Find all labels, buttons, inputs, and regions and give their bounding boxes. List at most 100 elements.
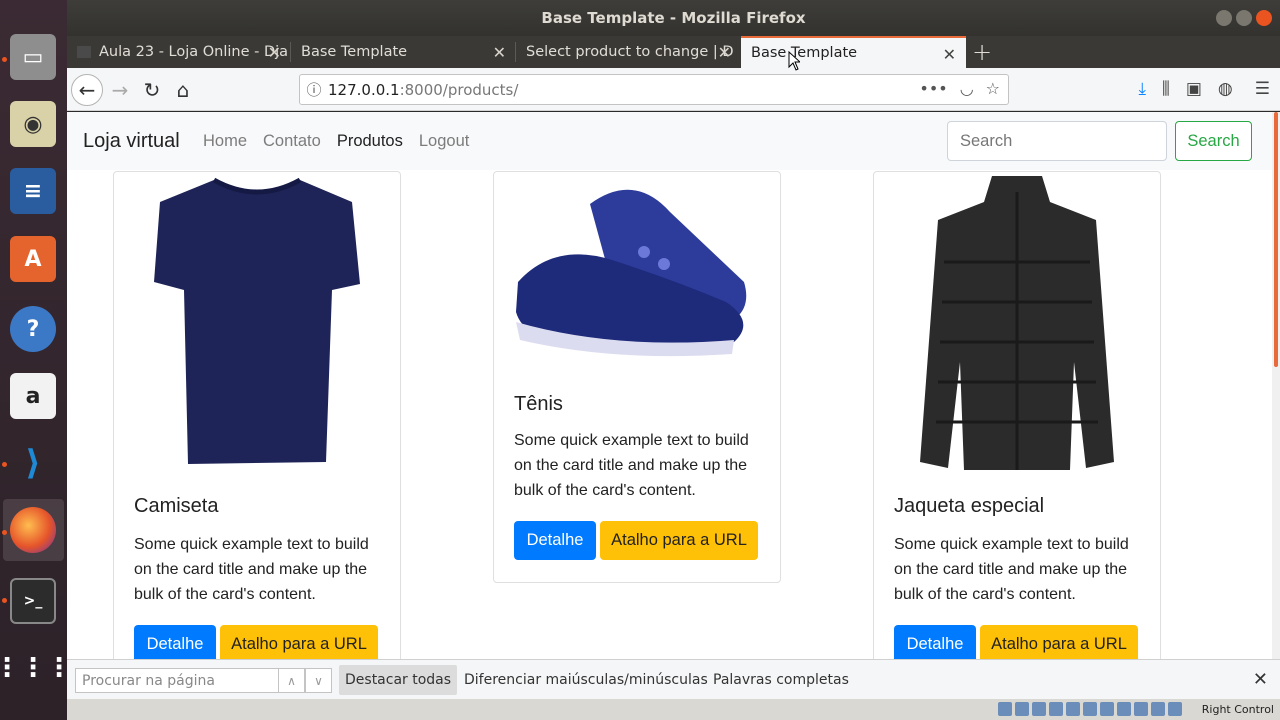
close-tab-icon[interactable]: ✕	[943, 45, 956, 64]
url-button[interactable]: Atalho para a URL	[980, 625, 1138, 659]
whole-words-toggle[interactable]: Palavras completas	[713, 672, 849, 688]
find-next-button[interactable]: ∨	[305, 668, 332, 693]
url-host: 127.0.0.1	[328, 80, 400, 99]
vscode-icon[interactable]: ⟩	[10, 440, 56, 486]
minimize-button[interactable]	[1216, 10, 1232, 26]
page-scrollbar[interactable]	[1272, 112, 1280, 659]
product-card: Jaqueta especial Some quick example text…	[873, 171, 1161, 659]
running-indicator	[2, 462, 7, 467]
sidebar-icon[interactable]: ▣	[1186, 79, 1202, 99]
tab-select-product[interactable]: Select product to change | D ✕	[516, 36, 741, 68]
detail-button[interactable]: Detalhe	[894, 625, 976, 659]
card-text: Some quick example text to build on the …	[514, 432, 749, 499]
help-icon[interactable]: ?	[10, 306, 56, 352]
card-title: Camiseta	[134, 495, 219, 517]
speaker-icon[interactable]: ◉	[10, 101, 56, 147]
menu-icon[interactable]: ☰	[1255, 79, 1270, 99]
download-icon[interactable]: ⤓	[1139, 79, 1147, 99]
maximize-button[interactable]	[1236, 10, 1252, 26]
files-icon[interactable]: ▭	[10, 34, 56, 80]
nav-contato[interactable]: Contato	[263, 132, 321, 151]
tab-label: Base Template	[301, 44, 408, 60]
find-previous-button[interactable]: ∧	[278, 668, 305, 693]
close-find-bar-icon[interactable]: ✕	[1253, 669, 1268, 690]
close-tab-icon[interactable]: ✕	[268, 43, 281, 62]
find-input[interactable]: Procurar na página	[75, 668, 279, 693]
software-center-icon[interactable]: A	[10, 236, 56, 282]
terminal-icon[interactable]: >_	[10, 578, 56, 624]
tshirt-icon	[154, 177, 360, 464]
vm-device-icon[interactable]	[1151, 702, 1165, 716]
brand[interactable]: Loja virtual	[83, 130, 180, 153]
web-page: Loja virtual Home Contato Produtos Logou…	[67, 112, 1272, 659]
screen: ▭ ◉ ≡ A ? a ⟩ >_ ⋮⋮⋮ Base Template - Moz…	[0, 0, 1280, 720]
close-tab-icon[interactable]: ✕	[718, 43, 731, 62]
amazon-icon[interactable]: a	[10, 373, 56, 419]
vm-device-icon[interactable]	[1083, 702, 1097, 716]
home-button[interactable]: ⌂	[167, 74, 199, 106]
page-actions-icon[interactable]: •••	[919, 79, 947, 98]
product-card: Camiseta Some quick example text to buil…	[113, 171, 401, 659]
search-input[interactable]: Search	[947, 121, 1167, 161]
url-button[interactable]: Atalho para a URL	[600, 521, 758, 560]
running-indicator	[2, 530, 7, 535]
url-path: :8000/products/	[399, 80, 519, 99]
tab-base-template-active[interactable]: Base Template ✕	[741, 36, 966, 68]
vm-device-icon[interactable]	[1117, 702, 1131, 716]
url-button[interactable]: Atalho para a URL	[220, 625, 378, 659]
vm-device-icon[interactable]	[1100, 702, 1114, 716]
detail-button[interactable]: Detalhe	[514, 521, 596, 560]
tab-aula[interactable]: Aula 23 - Loja Online - Dja ✕	[67, 36, 291, 68]
vm-device-icon[interactable]	[1015, 702, 1029, 716]
vm-device-icon[interactable]	[1049, 702, 1063, 716]
info-icon[interactable]: ⓘ	[300, 79, 328, 100]
scrollbar-thumb[interactable]	[1274, 112, 1278, 367]
django-favicon-icon	[77, 46, 91, 58]
card-title: Jaqueta especial	[894, 495, 1045, 517]
url-bar[interactable]: ⓘ 127.0.0.1:8000/products/ ••• ◡ ☆	[299, 74, 1009, 105]
vm-device-icon[interactable]	[1066, 702, 1080, 716]
site-navbar: Loja virtual Home Contato Produtos Logou…	[67, 112, 1272, 170]
firefox-icon[interactable]	[10, 507, 56, 553]
tab-base-template-1[interactable]: Base Template ✕	[291, 36, 516, 68]
vm-device-icon[interactable]	[1168, 702, 1182, 716]
writer-icon[interactable]: ≡	[10, 168, 56, 214]
product-image-tshirt	[114, 172, 400, 474]
nav-links: Home Contato Produtos Logout	[203, 132, 469, 151]
window-title: Base Template - Mozilla Firefox	[541, 9, 806, 27]
vm-device-icon[interactable]	[1032, 702, 1046, 716]
tab-label: Base Template	[751, 45, 858, 61]
highlight-all-toggle[interactable]: Destacar todas	[339, 665, 458, 695]
nav-home[interactable]: Home	[203, 132, 247, 151]
close-tab-icon[interactable]: ✕	[493, 43, 506, 62]
window-titlebar: Base Template - Mozilla Firefox	[67, 0, 1280, 36]
card-text: Some quick example text to build on the …	[894, 536, 1129, 603]
pocket-icon[interactable]: ◡	[960, 79, 974, 98]
back-button[interactable]: ←	[71, 74, 103, 106]
library-icon[interactable]: ⫼	[1162, 79, 1170, 99]
vm-device-icon[interactable]	[1134, 702, 1148, 716]
account-icon[interactable]: ◍	[1218, 79, 1233, 99]
url-actions: ••• ◡ ☆	[919, 79, 1000, 98]
find-bar: Procurar na página ∧ ∨ Destacar todas Di…	[67, 659, 1280, 699]
host-key-label: Right Control	[1201, 703, 1274, 716]
nav-logout[interactable]: Logout	[419, 132, 469, 151]
show-apps-icon[interactable]: ⋮⋮⋮	[0, 645, 72, 691]
product-image-sneaker	[494, 172, 780, 372]
search-button[interactable]: Search	[1175, 121, 1252, 161]
running-indicator	[2, 598, 7, 603]
product-card: Tênis Some quick example text to build o…	[493, 171, 781, 583]
detail-button[interactable]: Detalhe	[134, 625, 216, 659]
close-window-button[interactable]	[1256, 10, 1272, 26]
forward-button[interactable]: →	[104, 74, 136, 106]
bookmark-star-icon[interactable]: ☆	[986, 79, 1000, 98]
nav-produtos[interactable]: Produtos	[337, 132, 403, 151]
card-title: Tênis	[514, 393, 563, 415]
vm-device-icon[interactable]	[998, 702, 1012, 716]
vm-status-bar: Right Control	[67, 699, 1280, 720]
reload-button[interactable]: ↻	[136, 74, 168, 106]
match-case-toggle[interactable]: Diferenciar maiúsculas/minúsculas	[464, 672, 708, 688]
new-tab-button[interactable]: +	[972, 38, 992, 66]
tab-label: Select product to change | D	[526, 44, 734, 60]
product-image-jacket	[874, 172, 1160, 474]
